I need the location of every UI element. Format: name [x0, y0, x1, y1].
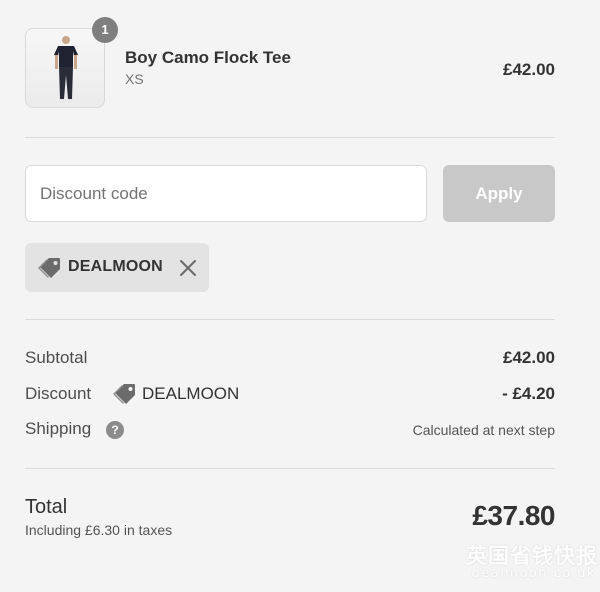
product-name: Boy Camo Flock Tee: [125, 48, 291, 67]
subtotal-label: Subtotal: [25, 348, 88, 367]
watermark-url: dealmoon.co.uk: [471, 566, 596, 581]
tag-icon: [38, 258, 60, 278]
discount-code-input[interactable]: [25, 165, 427, 222]
product-image: 1: [25, 17, 118, 108]
discount-label: Discount: [25, 384, 92, 403]
divider: [25, 319, 555, 320]
applied-discount-tag: DEALMOON: [25, 243, 209, 292]
quantity-badge: 1: [92, 17, 118, 43]
discount-row: Discount DEALMOON - £4.20: [25, 384, 555, 408]
discount-code-label: DEALMOON: [142, 384, 240, 403]
total-label: Total: [25, 496, 68, 518]
subtotal-row: Subtotal £42.00: [25, 348, 555, 372]
line-item: 1 Boy Camo Flock Tee XS £42.00: [25, 17, 555, 108]
shipping-value: Calculated at next step: [412, 422, 555, 438]
subtotal-value: £42.00: [503, 348, 555, 367]
divider: [25, 468, 555, 469]
discount-value: - £4.20: [502, 384, 555, 403]
tax-note: Including £6.30 in taxes: [25, 522, 173, 538]
applied-code-label: DEALMOON: [68, 258, 163, 275]
product-photo: [54, 36, 78, 102]
shipping-label: Shipping: [25, 419, 92, 438]
remove-discount-icon[interactable]: [179, 259, 197, 277]
tag-icon: [113, 384, 135, 404]
total-amount: £37.80: [472, 500, 555, 531]
apply-button[interactable]: Apply: [443, 165, 555, 222]
help-icon[interactable]: ?: [106, 421, 124, 439]
product-price: £42.00: [503, 60, 555, 79]
product-variant: XS: [125, 71, 144, 87]
divider: [25, 137, 555, 138]
shipping-row: Shipping ? Calculated at next step: [25, 419, 555, 443]
